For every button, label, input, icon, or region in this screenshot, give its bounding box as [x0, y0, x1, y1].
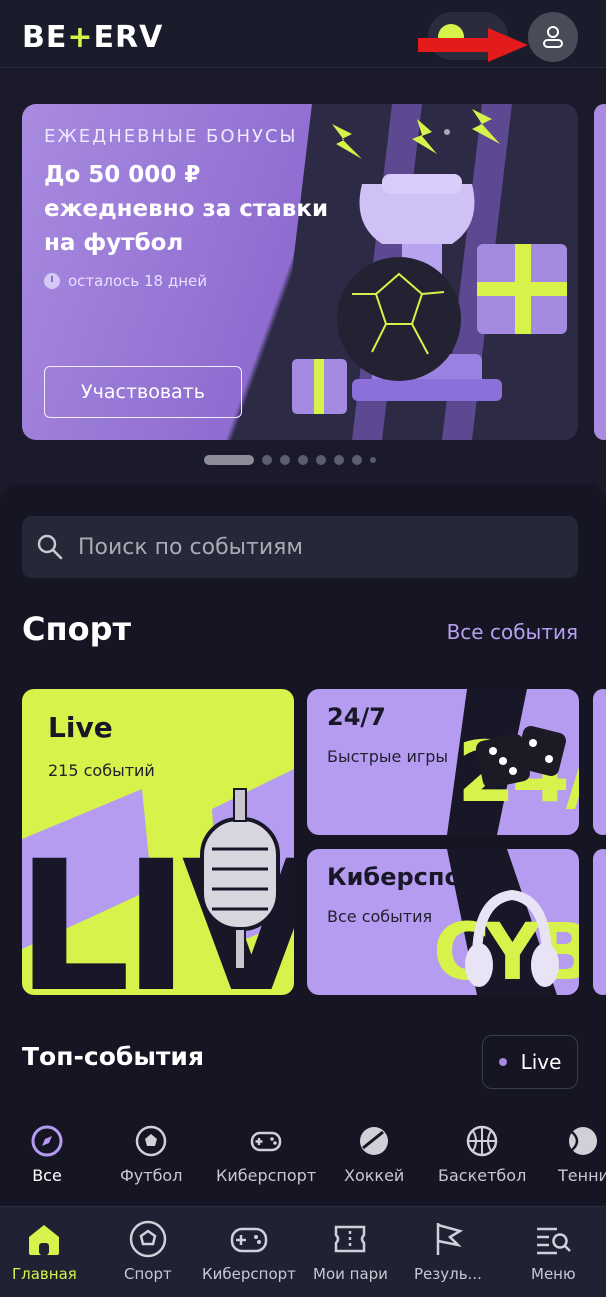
- user-icon: [543, 26, 563, 48]
- clock-icon: [44, 273, 60, 289]
- carousel-dot[interactable]: [316, 455, 326, 465]
- carousel-dot[interactable]: [262, 455, 272, 465]
- compass-icon: [31, 1125, 63, 1157]
- esports-card[interactable]: CYBE Киберспорт Все события: [307, 849, 579, 995]
- fast-games-subtitle: Быстрые игры: [327, 747, 449, 766]
- filter-label: Баскетбол: [438, 1166, 527, 1185]
- top-bar: BE+ERV: [0, 0, 606, 68]
- all-events-link[interactable]: Все события: [447, 620, 578, 644]
- esports-subtitle: Все события: [327, 907, 433, 926]
- banner-headline: До 50 000 ₽ ежедневно за ставки на футбо…: [44, 162, 329, 256]
- carousel-dot[interactable]: [298, 455, 308, 465]
- filter-basketball[interactable]: Баскетбол: [438, 1124, 526, 1185]
- tennis-ball-icon: [569, 1127, 598, 1155]
- hockey-puck-icon: [360, 1127, 389, 1155]
- live-filter-chip[interactable]: Live: [482, 1035, 578, 1089]
- live-card[interactable]: LIVE Live 215 событий: [22, 689, 294, 995]
- gamepad-icon: [230, 1227, 268, 1253]
- flag-icon: [436, 1223, 464, 1255]
- timer-text: осталось 18 дней: [68, 272, 207, 290]
- live-card-subtitle: 215 событий: [48, 761, 155, 780]
- next-banner-peek[interactable]: [594, 104, 606, 440]
- nav-label: Киберспорт: [202, 1265, 296, 1283]
- trophy-ball-gifts-illustration: [272, 104, 567, 440]
- sport-section-title: Спорт: [22, 610, 132, 648]
- live-card-title: Live: [48, 711, 113, 744]
- fast-games-card[interactable]: 24/7 24/7 Быстрые игры: [307, 689, 579, 835]
- nav-label: Главная: [12, 1265, 77, 1283]
- nav-label: Резуль...: [414, 1265, 482, 1283]
- soccer-ball-icon: [129, 1220, 167, 1258]
- nav-results[interactable]: Резуль...: [414, 1219, 482, 1283]
- red-arrow-annotation: [418, 28, 528, 62]
- carousel-pagination: [204, 455, 376, 465]
- next-card-peek[interactable]: [593, 689, 606, 835]
- nav-label: Спорт: [124, 1265, 172, 1283]
- nav-home[interactable]: Главная: [12, 1219, 77, 1283]
- carousel-dot[interactable]: [280, 455, 290, 465]
- live-dot-icon: [498, 1058, 507, 1066]
- nav-label: Меню: [531, 1265, 576, 1283]
- nav-sport[interactable]: Спорт: [124, 1219, 172, 1283]
- bottom-navigation: Главная Спорт Киберспорт Мои пари Резуль…: [0, 1206, 606, 1297]
- menu-search-icon: [537, 1227, 572, 1255]
- filter-esports[interactable]: Киберспорт: [216, 1124, 316, 1185]
- banner-kicker: ЕЖЕДНЕВНЫЕ БОНУСЫ: [44, 126, 298, 147]
- participate-button[interactable]: Участвовать: [44, 366, 242, 418]
- nav-esports[interactable]: Киберспорт: [202, 1219, 296, 1283]
- filter-hockey[interactable]: Хоккей: [344, 1124, 404, 1185]
- esports-title: Киберспорт: [327, 863, 493, 891]
- ticket-icon: [335, 1225, 366, 1253]
- soccer-ball-icon: [135, 1125, 167, 1157]
- filter-football[interactable]: Футбол: [120, 1124, 182, 1185]
- carousel-dot-active[interactable]: [204, 455, 254, 465]
- live-chip-label: Live: [520, 1050, 562, 1074]
- profile-button[interactable]: [528, 12, 578, 62]
- logo[interactable]: BE+ERV: [22, 20, 163, 55]
- filter-tennis[interactable]: Тенни: [558, 1124, 606, 1185]
- nav-menu[interactable]: Меню: [531, 1219, 576, 1283]
- nav-label: Мои пари: [313, 1265, 388, 1283]
- next-card-peek[interactable]: [593, 849, 606, 995]
- nav-my-bets[interactable]: Мои пари: [313, 1219, 388, 1283]
- search-icon: [37, 534, 63, 560]
- promo-banner[interactable]: ЕЖЕДНЕВНЫЕ БОНУСЫ До 50 000 ₽ ежедневно …: [22, 104, 578, 440]
- top-events-title: Топ-события: [22, 1042, 204, 1071]
- basketball-icon: [466, 1125, 498, 1157]
- filter-label: Футбол: [120, 1166, 183, 1185]
- carousel-dot[interactable]: [370, 457, 376, 463]
- filter-label: Киберспорт: [216, 1166, 317, 1185]
- logo-plus: +: [67, 20, 94, 55]
- carousel-dot[interactable]: [334, 455, 344, 465]
- search-input[interactable]: [78, 534, 538, 560]
- filter-all[interactable]: Все: [30, 1124, 64, 1185]
- gamepad-icon: [250, 1131, 282, 1152]
- filter-label: Хоккей: [344, 1166, 405, 1185]
- home-icon: [29, 1225, 60, 1255]
- banner-timer: осталось 18 дней: [44, 272, 207, 290]
- logo-part: ERV: [93, 20, 164, 55]
- logo-part: BE: [22, 20, 68, 55]
- filter-label: Тенни: [558, 1166, 606, 1185]
- filter-label: Все: [32, 1166, 62, 1185]
- search-bar[interactable]: [22, 516, 578, 578]
- fast-games-title: 24/7: [327, 703, 386, 731]
- sport-filter-row: Все Футбол Киберспорт Хоккей Баскетбол Т…: [0, 1124, 606, 1200]
- carousel-dot[interactable]: [352, 455, 362, 465]
- svg-text:CYBE: CYBE: [433, 908, 579, 995]
